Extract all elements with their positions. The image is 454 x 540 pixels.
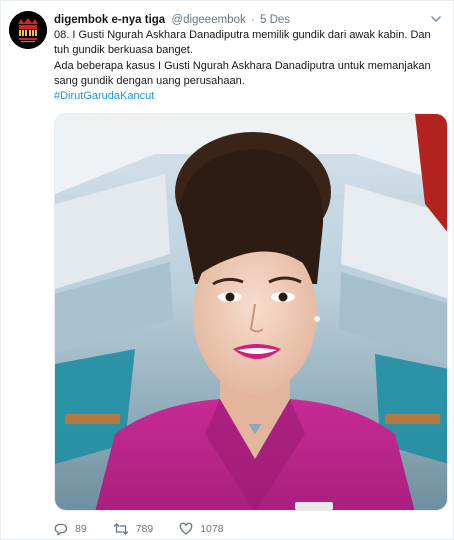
tweet-actions: 89 789 1078 (54, 520, 250, 538)
like-count: 1078 (200, 523, 224, 535)
retweet-icon (113, 523, 128, 535)
tweet-photo[interactable] (54, 113, 448, 511)
display-name[interactable]: digembok e-nya tiga (54, 14, 165, 26)
heart-icon (179, 522, 193, 535)
reply-count: 89 (75, 523, 87, 535)
timestamp[interactable]: 5 Des (260, 14, 290, 26)
reply-icon (54, 523, 68, 536)
separator-dot: · (250, 14, 255, 26)
retweet-count: 789 (135, 523, 154, 535)
retweet-button[interactable]: 789 (113, 522, 154, 536)
tweet-card[interactable]: digembok e-nya tiga @digeeembok · 5 Des … (0, 0, 454, 540)
chevron-down-icon[interactable] (429, 12, 443, 26)
handle[interactable]: @digeeembok (171, 14, 245, 26)
tweet-text-line: 08. I Gusti Ngurah Askhara Danadiputra m… (54, 29, 431, 57)
tweet-text-line: Ada beberapa kasus I Gusti Ngurah Askhar… (54, 59, 431, 87)
tweet-text: 08. I Gusti Ngurah Askhara Danadiputra m… (54, 28, 444, 104)
avatar[interactable] (9, 11, 47, 49)
like-button[interactable]: 1078 (179, 522, 224, 536)
hashtag-link[interactable]: #DirutGarudaKancut (54, 90, 154, 102)
tweet-header: digembok e-nya tiga @digeeembok · 5 Des (54, 12, 423, 28)
reply-button[interactable]: 89 (54, 522, 87, 536)
